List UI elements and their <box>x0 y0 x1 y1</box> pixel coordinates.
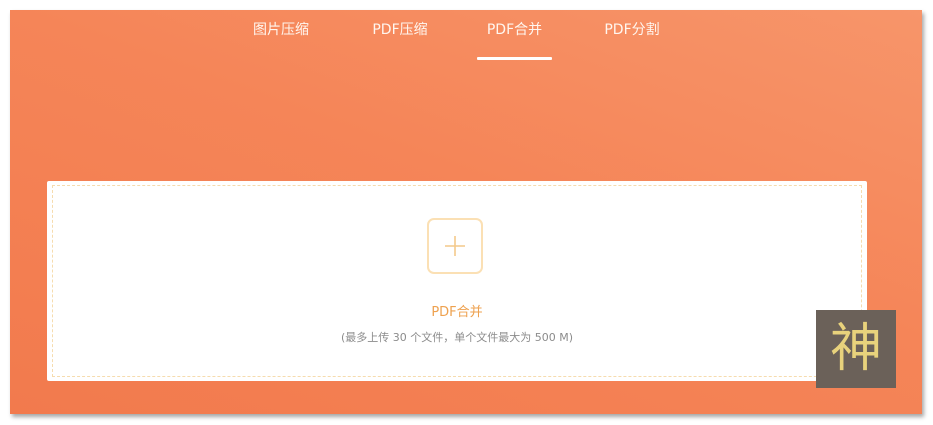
tab-pdf-split[interactable]: PDF分割 <box>594 20 670 60</box>
plus-icon <box>445 236 465 256</box>
tab-label: PDF合并 <box>486 22 543 38</box>
watermark-logo: 神 <box>816 310 896 388</box>
watermark-char: 神 <box>829 319 882 379</box>
tab-label: PDF压缩 <box>372 22 428 38</box>
tab-label: PDF分割 <box>604 22 660 38</box>
tab-image-compress[interactable]: 图片压缩 <box>246 20 316 60</box>
add-file-button[interactable] <box>427 218 483 274</box>
tab-pdf-merge[interactable]: PDF合并 <box>477 20 552 60</box>
upload-limit-hint: (最多上传 30 个文件，单个文件最大为 500 M) <box>340 331 574 344</box>
tool-tabs: 图片压缩 PDF压缩 PDF合并 PDF分割 <box>10 10 922 60</box>
upload-dropzone[interactable]: PDF合并 (最多上传 30 个文件，单个文件最大为 500 M) <box>52 185 862 377</box>
tab-pdf-compress[interactable]: PDF压缩 <box>362 20 438 60</box>
tab-label: 图片压缩 <box>253 22 309 38</box>
app-frame: 图片压缩 PDF压缩 PDF合并 PDF分割 PDF合并 (最多上传 30 个文… <box>10 10 922 414</box>
upload-title: PDF合并 <box>431 305 483 320</box>
upload-card: PDF合并 (最多上传 30 个文件，单个文件最大为 500 M) <box>47 181 867 381</box>
